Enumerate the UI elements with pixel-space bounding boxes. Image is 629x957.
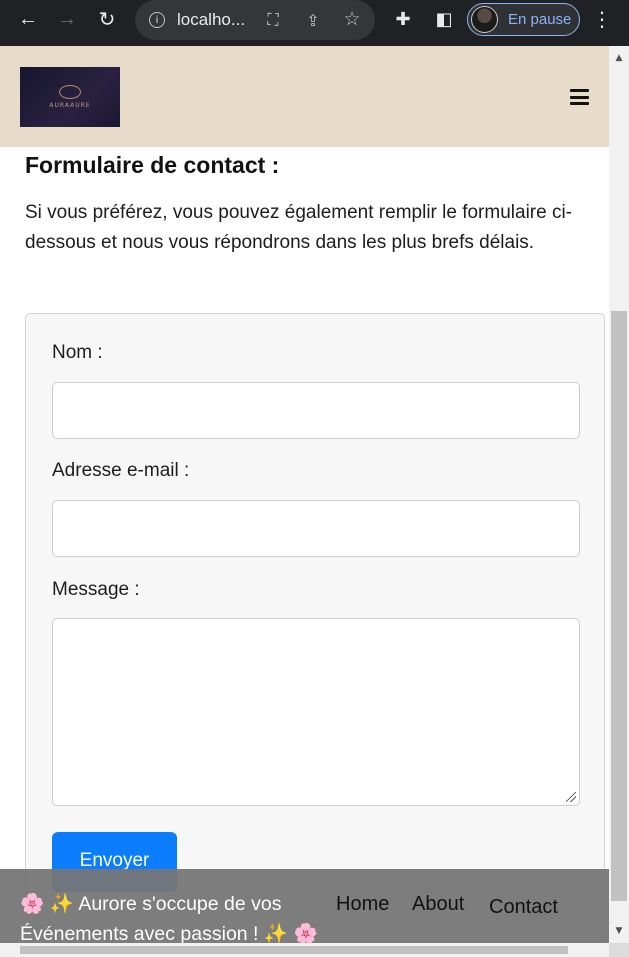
name-field[interactable] (52, 382, 580, 439)
share-icon[interactable]: ⇪ (303, 10, 323, 30)
arrow-right-icon: → (57, 7, 77, 30)
site-header: AURAAURE (0, 46, 609, 147)
email-label: Adresse e-mail : (52, 460, 190, 481)
horizontal-scrollbar[interactable] (0, 943, 609, 957)
reload-icon: ↻ (98, 8, 116, 31)
forward-button[interactable]: → (47, 1, 87, 37)
message-label: Message : (52, 579, 140, 600)
footer-nav-contact[interactable]: Contact (489, 896, 558, 919)
footer-nav-home[interactable]: Home (336, 893, 389, 916)
site-footer: 🌸 ✨ Aurore s'occupe de vos Événements av… (0, 869, 609, 943)
footer-tagline-line1: 🌸 ✨ Aurore s'occupe de vos (20, 893, 282, 915)
hamburger-menu-icon[interactable] (570, 89, 589, 105)
reload-button[interactable]: ↻ (87, 1, 127, 37)
bookmark-star-icon[interactable]: ☆ (342, 8, 362, 30)
arrow-left-icon: ← (18, 7, 38, 30)
browser-toolbar: ← → ↻ i localho... ⛶ ⇪ ☆ ✚ ◧ En pause ⋮ (0, 0, 629, 46)
extensions-icon[interactable]: ✚ (392, 8, 414, 30)
contact-form: Nom : Adresse e-mail : Message : Envoyer (25, 313, 605, 943)
translate-icon[interactable]: ⛶ (263, 10, 283, 30)
email-field[interactable] (52, 500, 580, 557)
page-viewport: AURAAURE Formulaire de contact : Si vous… (0, 46, 609, 943)
vertical-scrollbar[interactable]: ▲ ▼ (609, 46, 629, 943)
side-panel-icon[interactable]: ◧ (433, 8, 455, 30)
contact-intro-text: Si vous préférez, vous pouvez également … (25, 202, 573, 253)
browser-menu-icon[interactable]: ⋮ (592, 7, 612, 31)
message-textarea[interactable] (52, 618, 580, 806)
logo-text: AURAAURE (49, 102, 91, 109)
logo-swirl-icon (59, 85, 81, 99)
profile-status-label: En pause (508, 11, 572, 28)
footer-tagline: 🌸 ✨ Aurore s'occupe de vos Événements av… (20, 889, 340, 943)
resize-handle-icon[interactable] (566, 792, 576, 802)
profile-button[interactable]: En pause (467, 3, 580, 36)
scroll-up-icon[interactable]: ▲ (609, 50, 629, 66)
avatar (471, 6, 498, 33)
site-info-icon[interactable]: i (149, 12, 165, 28)
horizontal-scroll-thumb[interactable] (20, 946, 568, 954)
contact-form-title: Formulaire de contact : (25, 152, 280, 178)
footer-nav-about[interactable]: About (412, 893, 464, 916)
address-bar[interactable]: i localho... ⛶ ⇪ ☆ (135, 0, 375, 40)
address-url[interactable]: localho... (177, 10, 245, 30)
vertical-scroll-thumb[interactable] (611, 311, 627, 901)
back-button[interactable]: ← (8, 1, 48, 37)
footer-tagline-line2: Événements avec passion ! ✨ 🌸 (20, 923, 318, 943)
scroll-down-icon[interactable]: ▼ (609, 923, 629, 939)
name-label: Nom : (52, 342, 103, 363)
scrollbar-corner (609, 943, 629, 957)
site-logo[interactable]: AURAAURE (20, 67, 120, 127)
